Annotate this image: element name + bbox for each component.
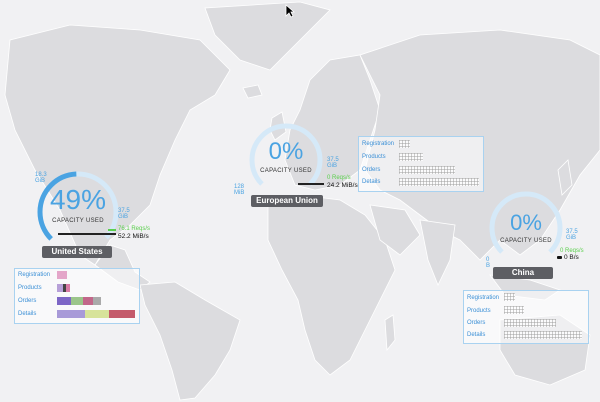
capacity-label-cn: CAPACITY USED	[500, 238, 552, 244]
row-label-registration: Registration	[467, 295, 500, 301]
cells-registration-cn[interactable]	[504, 293, 515, 301]
size-left-cn: 0 B	[486, 257, 491, 269]
size-right-cn: 37.5 GiB	[566, 229, 578, 241]
cells-details-cn[interactable]	[504, 331, 582, 339]
throughput-rate-cn: 0 B/s	[564, 254, 579, 261]
row-label-products: Products	[467, 308, 491, 314]
service-panel-cn: Registration Products Orders Details	[463, 290, 589, 344]
row-label-details: Details	[467, 332, 486, 338]
region-badge-cn[interactable]: China	[493, 267, 553, 279]
capacity-percent-cn: 0%	[510, 210, 542, 235]
cells-orders-cn[interactable]	[504, 319, 556, 327]
row-label-orders: Orders	[467, 320, 486, 326]
traffic-dot-cn	[557, 256, 562, 259]
cells-products-cn[interactable]	[504, 306, 524, 314]
